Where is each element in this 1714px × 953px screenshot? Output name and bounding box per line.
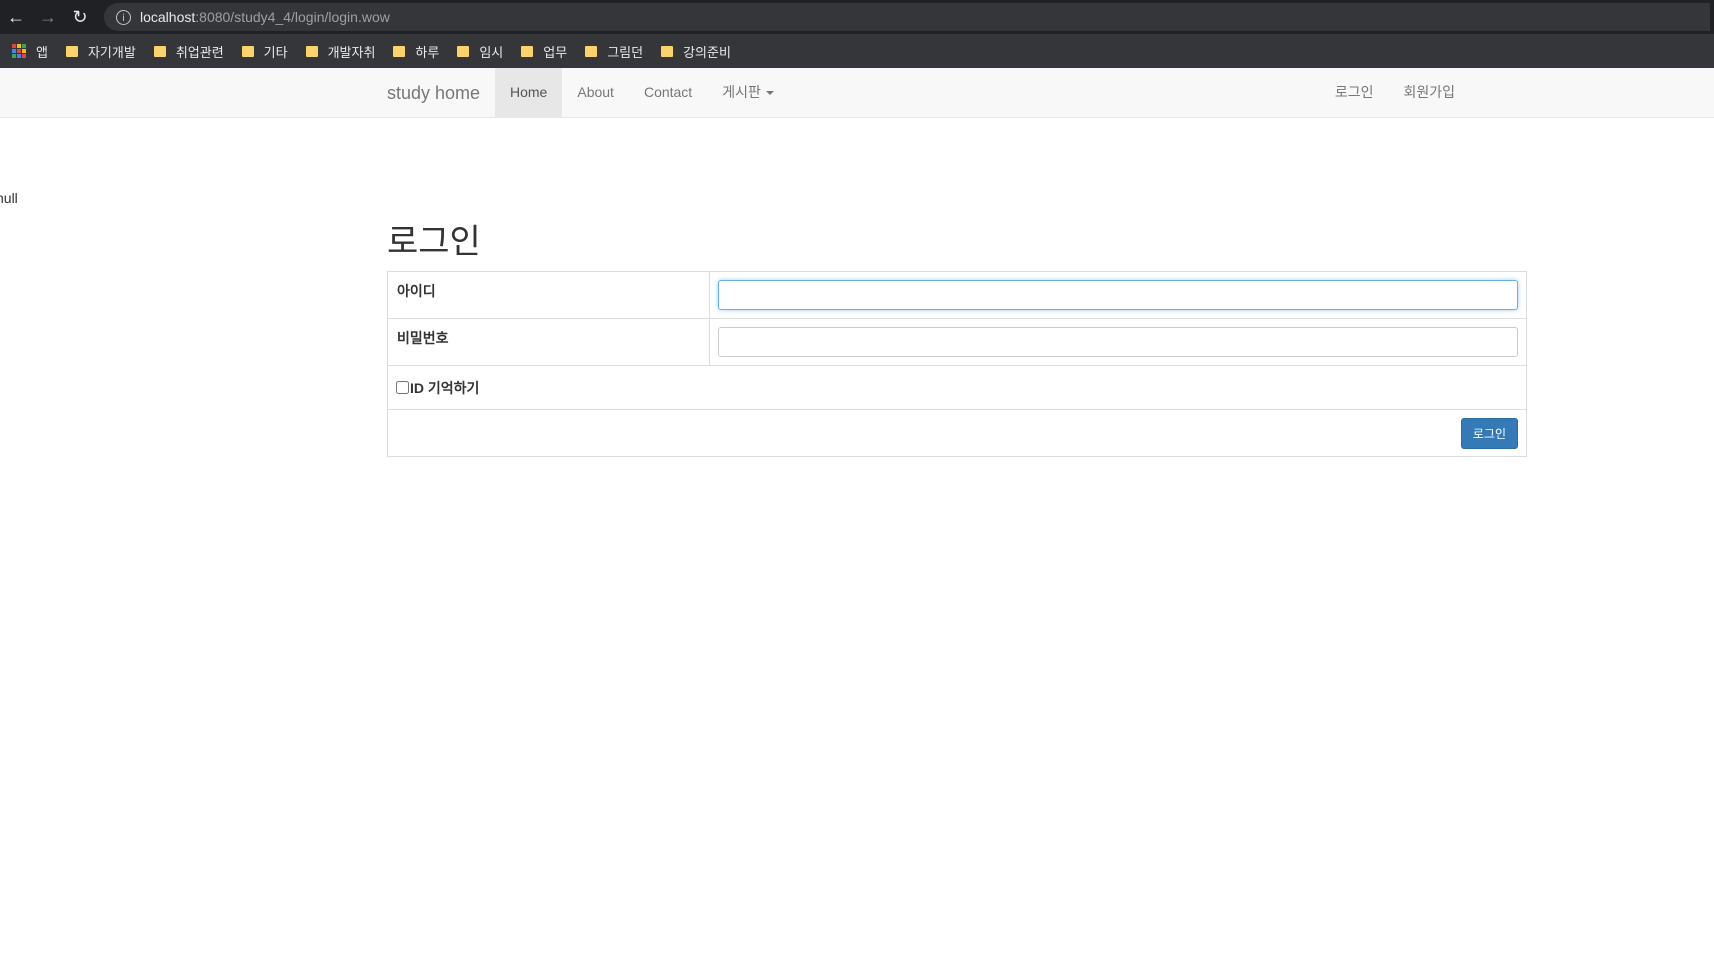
url-path: :8080/study4_4/login/login.wow bbox=[195, 9, 390, 25]
remember-row: ID 기억하기 bbox=[388, 366, 1526, 410]
bookmark-label: 앱 bbox=[36, 44, 48, 60]
remember-id-text: ID 기억하기 bbox=[410, 379, 480, 396]
password-cell bbox=[710, 319, 1526, 365]
bookmark-label: 기타 bbox=[263, 44, 288, 60]
bookmark-folder[interactable]: 업무 bbox=[521, 42, 567, 61]
address-bar[interactable]: i localhost:8080/study4_4/login/login.wo… bbox=[104, 3, 1710, 31]
reload-icon[interactable]: ↻ bbox=[64, 0, 96, 34]
folder-icon bbox=[305, 45, 318, 57]
bookmark-folder[interactable]: 그림던 bbox=[585, 42, 643, 61]
bookmark-apps[interactable]: 앱 bbox=[12, 42, 48, 61]
bookmark-folder[interactable]: 하루 bbox=[393, 42, 439, 61]
nav-contact[interactable]: Contact bbox=[629, 68, 707, 117]
bookmark-folder[interactable]: 취업관련 bbox=[153, 42, 224, 61]
debug-text: null bbox=[0, 190, 18, 206]
info-icon[interactable]: i bbox=[116, 9, 131, 25]
login-button[interactable]: 로그인 bbox=[1460, 417, 1518, 449]
bookmark-folder[interactable]: 임시 bbox=[457, 42, 503, 61]
nav-signup[interactable]: 회원가입 bbox=[1388, 68, 1455, 117]
bookmark-folder[interactable]: 강의준비 bbox=[661, 42, 731, 61]
site-navbar: study home Home About Contact 게시판 로그인 회원… bbox=[0, 68, 1714, 118]
password-row: 비밀번호 bbox=[388, 319, 1526, 366]
bookmark-label: 자기개발 bbox=[87, 44, 136, 60]
url-host: localhost bbox=[140, 9, 196, 25]
bookmark-label: 강의준비 bbox=[683, 44, 731, 60]
remember-id-label[interactable]: ID 기억하기 bbox=[396, 378, 479, 398]
submit-row: 로그인 bbox=[388, 410, 1526, 456]
folder-icon bbox=[153, 45, 166, 57]
bookmark-label: 그림던 bbox=[607, 44, 644, 60]
nav-links: Home About Contact 게시판 bbox=[495, 68, 789, 118]
id-label: 아이디 bbox=[388, 272, 710, 318]
login-form-table: 아이디 비밀번호 ID 기억하기 로그인 bbox=[387, 271, 1527, 457]
bookmark-label: 임시 bbox=[479, 44, 504, 60]
nav-about[interactable]: About bbox=[562, 68, 629, 117]
bookmark-label: 업무 bbox=[543, 44, 568, 60]
caret-down-icon bbox=[765, 91, 774, 96]
id-cell bbox=[710, 272, 1526, 318]
bookmark-label: 하루 bbox=[415, 44, 440, 60]
folder-icon bbox=[585, 45, 598, 57]
bookmark-label: 개발자취 bbox=[327, 44, 376, 60]
bookmarks-bar: 앱 자기개발 취업관련 기타 개발자취 하루 임시 업무 그림던 강의준비 bbox=[0, 34, 1714, 68]
nav-board-dropdown[interactable]: 게시판 bbox=[707, 68, 789, 117]
folder-icon bbox=[241, 45, 254, 57]
navbar-brand[interactable]: study home bbox=[387, 68, 480, 118]
id-row: 아이디 bbox=[388, 272, 1526, 319]
password-input[interactable] bbox=[718, 327, 1518, 357]
id-input[interactable] bbox=[718, 280, 1518, 310]
browser-toolbar: ← → ↻ i localhost:8080/study4_4/login/lo… bbox=[0, 0, 1714, 34]
bookmark-label: 취업관련 bbox=[175, 44, 224, 60]
forward-arrow-icon[interactable]: → bbox=[32, 0, 64, 34]
nav-right: 로그인 회원가입 bbox=[1320, 68, 1455, 118]
bookmark-folder[interactable]: 기타 bbox=[241, 42, 288, 61]
bookmark-folder[interactable]: 자기개발 bbox=[65, 42, 136, 61]
apps-grid-icon bbox=[12, 44, 26, 58]
remember-id-checkbox[interactable] bbox=[396, 381, 409, 394]
nav-board-label: 게시판 bbox=[722, 84, 761, 100]
page-title: 로그인 bbox=[387, 223, 481, 261]
nav-home[interactable]: Home bbox=[495, 68, 563, 117]
folder-icon bbox=[661, 45, 674, 57]
folder-icon bbox=[521, 45, 534, 57]
folder-icon bbox=[393, 45, 406, 57]
url-text[interactable]: localhost:8080/study4_4/login/login.wow bbox=[140, 9, 390, 25]
folder-icon bbox=[65, 45, 78, 57]
folder-icon bbox=[457, 45, 470, 57]
password-label: 비밀번호 bbox=[388, 319, 710, 365]
nav-login[interactable]: 로그인 bbox=[1320, 68, 1389, 117]
bookmark-folder[interactable]: 개발자취 bbox=[305, 42, 376, 61]
back-arrow-icon[interactable]: ← bbox=[0, 0, 32, 34]
